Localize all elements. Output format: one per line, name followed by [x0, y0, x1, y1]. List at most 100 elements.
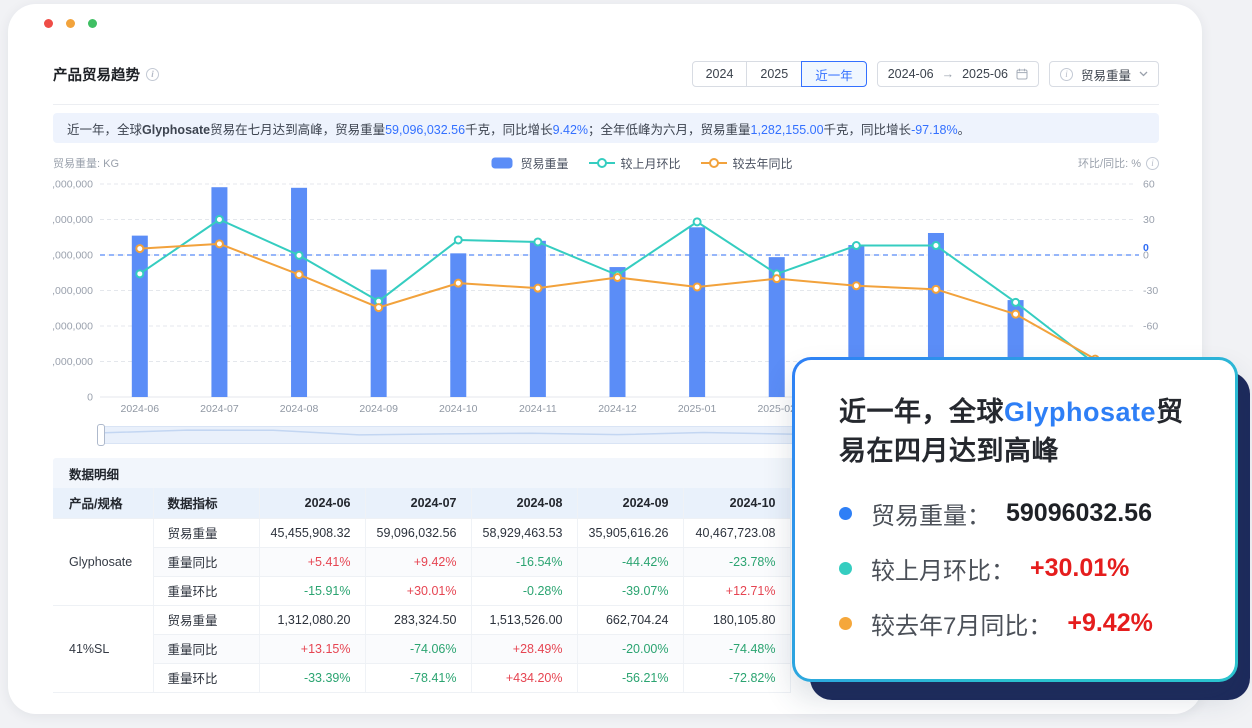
svg-text:0: 0: [87, 392, 93, 404]
table-col-header-2024-07: 2024-07: [365, 488, 471, 518]
card-row-value: 59096032.56: [1006, 499, 1152, 528]
card-row-dot-icon: [839, 507, 852, 520]
bar-2024-10[interactable]: [450, 253, 466, 397]
summary-segment: 59,096,032.56: [385, 123, 465, 137]
svg-text:2025-02: 2025-02: [757, 403, 796, 415]
card-row-value: +9.42%: [1067, 609, 1153, 638]
bar-2024-11[interactable]: [530, 241, 546, 397]
summary-segment: 9.42%: [553, 123, 588, 137]
svg-text:2024-08: 2024-08: [280, 403, 319, 415]
line-point[interactable]: [296, 252, 303, 259]
value-cell: 59,096,032.56: [365, 518, 471, 547]
value-cell: -74.06%: [365, 634, 471, 663]
svg-text:2025-01: 2025-01: [678, 403, 717, 415]
line-point[interactable]: [932, 242, 939, 249]
summary-segment: 贸易在七月达到高峰，贸易重量: [210, 123, 385, 137]
value-cell: -56.21%: [577, 663, 683, 692]
bar-2024-08[interactable]: [291, 188, 307, 397]
date-start[interactable]: 2024-06: [888, 67, 934, 81]
card-row-较去年7月同比：: 较去年7月同比：+9.42%: [839, 606, 1197, 641]
line-point[interactable]: [614, 274, 621, 281]
card-title-prefix: 近一年，全球: [839, 397, 1004, 427]
table-header-row: 产品/规格数据指标2024-062024-072024-082024-09202…: [53, 488, 790, 518]
metric-dropdown[interactable]: i 贸易重量: [1049, 61, 1159, 87]
line-point[interactable]: [216, 216, 223, 223]
right-axis-info-icon[interactable]: i: [1146, 157, 1159, 170]
date-range-picker[interactable]: 2024-06 → 2025-06: [877, 61, 1039, 87]
line-point[interactable]: [534, 238, 541, 245]
period-button-2024[interactable]: 2024: [692, 61, 748, 87]
table-row-Glyphosate-重量环比: 重量环比-15.91%+30.01%-0.28%-39.07%+12.71%: [53, 576, 790, 605]
datazoom-left-handle[interactable]: [97, 424, 105, 446]
metric-cell: 贸易重量: [153, 605, 259, 634]
line-point[interactable]: [455, 280, 462, 287]
bar-2024-09[interactable]: [371, 270, 387, 397]
line-point[interactable]: [1012, 311, 1019, 318]
metric-cell: 重量同比: [153, 547, 259, 576]
legend-line-icon: [589, 157, 615, 169]
value-cell: 662,704.24: [577, 605, 683, 634]
right-axis-title-text: 环比/同比: %: [1078, 155, 1141, 171]
card-title-highlight: Glyphosate: [1004, 397, 1156, 427]
value-cell: 283,324.50: [365, 605, 471, 634]
period-button-2025[interactable]: 2025: [746, 61, 802, 87]
line-point[interactable]: [694, 218, 701, 225]
value-cell: -16.54%: [471, 547, 577, 576]
card-row-value: +30.01%: [1030, 554, 1129, 583]
svg-text:60,000,000: 60,000,000: [53, 179, 93, 191]
line-point[interactable]: [375, 304, 382, 311]
line-point[interactable]: [296, 271, 303, 278]
line-point[interactable]: [853, 282, 860, 289]
metric-dropdown-label: 贸易重量: [1081, 65, 1131, 84]
table-row-Glyphosate-重量同比: 重量同比+5.41%+9.42%-16.54%-44.42%-23.78%: [53, 547, 790, 576]
legend-item-label: 较去年同比: [733, 155, 793, 172]
line-point[interactable]: [455, 236, 462, 243]
line-point[interactable]: [773, 275, 780, 282]
line-point[interactable]: [694, 283, 701, 290]
chevron-down-icon: [1139, 71, 1148, 77]
summary-segment: -97.18%: [911, 123, 958, 137]
line-point[interactable]: [853, 242, 860, 249]
bar-2024-06[interactable]: [132, 236, 148, 397]
minimize-window-icon[interactable]: [66, 19, 75, 28]
value-cell: -44.42%: [577, 547, 683, 576]
metric-cell: 贸易重量: [153, 518, 259, 547]
line-point[interactable]: [534, 285, 541, 292]
legend-item-label: 较上月环比: [621, 155, 681, 172]
line-point[interactable]: [216, 240, 223, 247]
summary-text: 近一年，全球Glyphosate贸易在七月达到高峰，贸易重量59,096,032…: [67, 119, 970, 138]
svg-text:40,000,000: 40,000,000: [53, 250, 93, 262]
line-point[interactable]: [136, 245, 143, 252]
line-point[interactable]: [1012, 299, 1019, 306]
bar-2025-01[interactable]: [689, 227, 705, 397]
product-cell: 41%SL: [53, 605, 153, 692]
value-cell: -15.91%: [259, 576, 365, 605]
legend-item-较上月环比[interactable]: 较上月环比: [589, 155, 681, 172]
line-point[interactable]: [136, 270, 143, 277]
card-row-label: 较上月环比：: [871, 551, 1015, 586]
metric-cell: 重量同比: [153, 634, 259, 663]
card-row-dot-icon: [839, 562, 852, 575]
date-range-arrow-icon: →: [942, 67, 955, 81]
legend-item-较去年同比[interactable]: 较去年同比: [701, 155, 793, 172]
maximize-window-icon[interactable]: [88, 19, 97, 28]
close-window-icon[interactable]: [44, 19, 53, 28]
svg-text:2024-10: 2024-10: [439, 403, 478, 415]
table-row-41%SL-重量环比: 重量环比-33.39%-78.41%+434.20%-56.21%-72.82%: [53, 663, 790, 692]
value-cell: -39.07%: [577, 576, 683, 605]
value-cell: 1,513,526.00: [471, 605, 577, 634]
value-cell: -78.41%: [365, 663, 471, 692]
title-info-icon[interactable]: i: [146, 68, 159, 81]
screenshot-root: { "window": { "traffic_lights": ["#ef4d4…: [0, 0, 1252, 728]
value-cell: +13.15%: [259, 634, 365, 663]
line-point[interactable]: [932, 286, 939, 293]
period-button-近一年[interactable]: 近一年: [801, 61, 867, 87]
bar-2024-12[interactable]: [610, 267, 626, 397]
date-end[interactable]: 2025-06: [962, 67, 1008, 81]
value-cell: 40,467,723.08: [683, 518, 790, 547]
svg-text:2024-11: 2024-11: [519, 403, 557, 415]
value-cell: 58,929,463.53: [471, 518, 577, 547]
legend-item-贸易重量[interactable]: 贸易重量: [489, 155, 569, 172]
card-row-dot-icon: [839, 617, 852, 630]
page-title-text: 产品贸易趋势: [53, 64, 140, 85]
